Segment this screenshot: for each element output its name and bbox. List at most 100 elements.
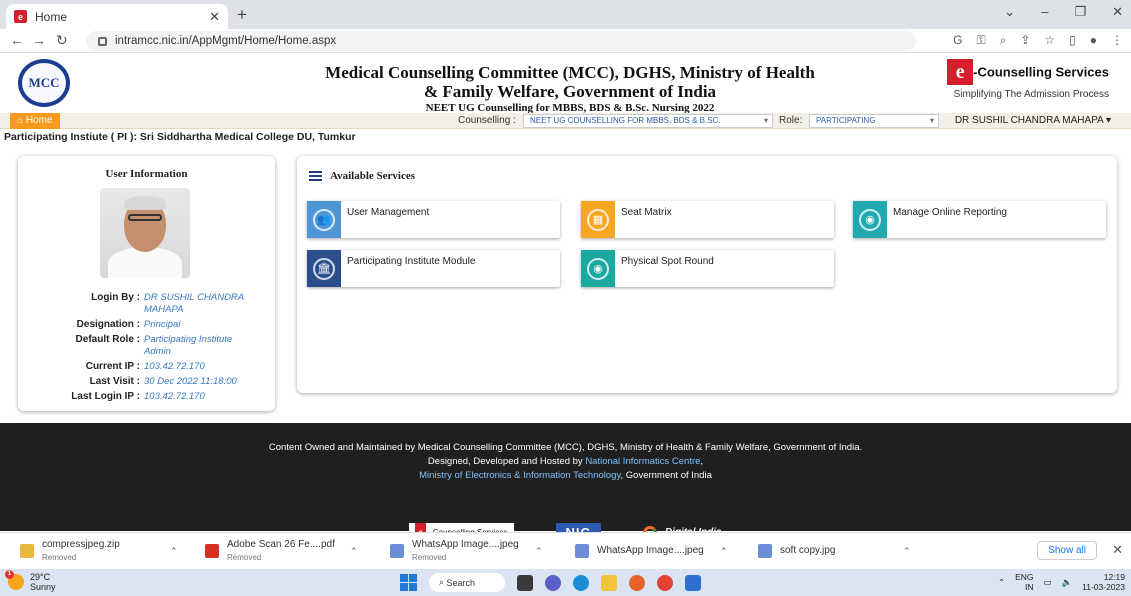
service-physical-spot-round[interactable]: ◉ Physical Spot Round xyxy=(581,250,834,287)
last-login-ip-label: Last Login IP : xyxy=(71,391,140,402)
restore-icon[interactable]: ❐ xyxy=(1074,4,1086,20)
counselling-label: Counselling : xyxy=(458,115,516,126)
counselling-select[interactable]: NEET UG COUNSELLING FOR MBBS, BDS & B.SC… xyxy=(523,114,773,128)
download-name: WhatsApp Image....jpeg xyxy=(412,539,519,550)
login-by-value: DR SUSHIL CHANDRA MAHAPA xyxy=(144,292,244,315)
url-text: intramcc.nic.in/AppMgmt/Home/Home.aspx xyxy=(115,35,337,47)
chrome-icon[interactable] xyxy=(657,574,673,591)
show-all-button[interactable]: Show all xyxy=(1037,541,1097,560)
institution-icon: 🏛 xyxy=(307,250,341,287)
browser-tabstrip: e Home ✕ + ⌄ – ❐ ✕ xyxy=(0,0,1131,29)
users-icon: 👥 xyxy=(307,201,341,238)
language-indicator[interactable]: ENG IN xyxy=(1015,572,1033,592)
taskbar-search[interactable]: ⌕ Search xyxy=(429,573,505,592)
nic-link[interactable]: National Informatics Centre xyxy=(585,456,700,467)
close-window-icon[interactable]: ✕ xyxy=(1112,4,1123,20)
brand-name: -Counselling Services xyxy=(973,64,1109,80)
footer-line3: Ministry of Electronics & Information Te… xyxy=(419,470,712,481)
download-name: compressjpeg.zip xyxy=(42,539,120,550)
close-downloads-icon[interactable]: ✕ xyxy=(1112,542,1123,558)
last-login-ip-value: 103.42.72.170 xyxy=(144,391,205,402)
user-info-details: Login By : DR SUSHIL CHANDRA MAHAPA Desig… xyxy=(18,292,275,406)
chevron-up-icon[interactable]: ⌃ xyxy=(170,546,178,557)
volume-icon[interactable]: 🔈 xyxy=(1062,577,1073,588)
designation-label: Designation : xyxy=(76,319,140,330)
download-item[interactable]: WhatsApp Image....jpeg ⌃ xyxy=(575,538,745,566)
download-name: Adobe Scan 26 Fe....pdf xyxy=(227,539,335,550)
target-icon: ◉ xyxy=(853,201,887,238)
service-label: Participating Institute Module xyxy=(347,256,476,267)
download-item[interactable]: Adobe Scan 26 Fe....pdf Removed ⌃ xyxy=(205,538,375,566)
network-icon[interactable]: ▭ xyxy=(1044,577,1052,588)
tab-search-icon[interactable]: ⌄ xyxy=(1004,4,1015,20)
sidepanel-icon[interactable]: ▯ xyxy=(1069,33,1076,48)
notepad-icon[interactable] xyxy=(685,574,701,591)
chevron-up-icon[interactable]: ⌃ xyxy=(720,546,728,557)
download-item[interactable]: WhatsApp Image....jpeg Removed ⌃ xyxy=(390,538,555,566)
download-name: WhatsApp Image....jpeg xyxy=(597,545,704,556)
service-participating-institute-module[interactable]: 🏛 Participating Institute Module xyxy=(307,250,560,287)
downloads-bar: compressjpeg.zip Removed ⌃ Adobe Scan 26… xyxy=(0,532,1131,569)
clock[interactable]: 12:19 11-03-2023 xyxy=(1082,572,1125,592)
zip-file-icon xyxy=(20,544,34,558)
user-photo xyxy=(100,188,190,278)
current-ip-value: 103.42.72.170 xyxy=(144,361,205,372)
temperature: 29°C xyxy=(30,572,51,582)
service-label: Manage Online Reporting xyxy=(893,207,1007,218)
new-tab-icon[interactable]: + xyxy=(237,5,247,25)
role-value: PARTICIPATING xyxy=(816,116,876,125)
user-name: DR SUSHIL CHANDRA MAHAPA xyxy=(954,115,1104,126)
service-label: User Management xyxy=(347,207,430,218)
home-label: Home xyxy=(25,115,53,126)
brand-tagline: Simplifying The Admission Process xyxy=(953,89,1109,100)
meity-link[interactable]: Ministry of Electronics & Information Te… xyxy=(419,470,620,481)
last-visit-value: 30 Dec 2022 11:18:00 xyxy=(144,376,237,387)
weather-widget[interactable]: 1 29°C Sunny xyxy=(5,570,56,592)
google-icon[interactable]: G xyxy=(953,33,962,48)
task-view-icon[interactable] xyxy=(517,574,533,591)
role-select[interactable]: PARTICIPATING ▾ xyxy=(809,114,939,128)
download-status: Removed xyxy=(412,553,447,562)
reload-icon[interactable]: ↻ xyxy=(56,32,68,49)
forward-icon[interactable]: → xyxy=(32,32,46,48)
login-by-label: Login By : xyxy=(91,292,140,303)
close-tab-icon[interactable]: ✕ xyxy=(209,9,220,25)
zoom-icon[interactable]: ⌕ xyxy=(1000,33,1007,48)
teams-icon[interactable] xyxy=(545,574,561,591)
share-icon[interactable]: ⇪ xyxy=(1020,33,1030,48)
weather-condition: Sunny xyxy=(30,582,56,592)
image-file-icon xyxy=(758,544,772,558)
pdf-file-icon xyxy=(205,544,219,558)
site-footer: Content Owned and Maintained by Medical … xyxy=(0,423,1131,543)
minimize-icon[interactable]: – xyxy=(1041,4,1048,20)
home-button[interactable]: ⌂ Home xyxy=(10,113,60,129)
firefox-icon[interactable] xyxy=(629,574,645,591)
mcc-logo: MCC xyxy=(18,59,70,107)
back-icon[interactable]: ← xyxy=(10,32,24,48)
windows-start-icon[interactable] xyxy=(400,574,417,591)
profile-icon[interactable]: ● xyxy=(1090,33,1097,48)
menu-icon[interactable]: ⋮ xyxy=(1111,33,1123,48)
service-seat-matrix[interactable]: ▦ Seat Matrix xyxy=(581,201,834,238)
service-manage-online-reporting[interactable]: ◉ Manage Online Reporting xyxy=(853,201,1106,238)
download-item[interactable]: soft copy.jpg ⌃ xyxy=(758,538,918,566)
date: 11-03-2023 xyxy=(1082,582,1125,592)
user-menu[interactable]: DR SUSHIL CHANDRA MAHAPA ▾ xyxy=(955,115,1111,126)
address-bar[interactable]: intramcc.nic.in/AppMgmt/Home/Home.aspx xyxy=(86,31,916,51)
toolbar-icons: G ⚿ ⌕ ⇪ ☆ ▯ ● ⋮ xyxy=(953,33,1123,48)
counselling-value: NEET UG COUNSELLING FOR MBBS, BDS & B.SC… xyxy=(530,116,721,125)
star-icon[interactable]: ☆ xyxy=(1044,33,1055,48)
chevron-up-icon[interactable]: ⌃ xyxy=(350,546,358,557)
hamburger-icon[interactable] xyxy=(309,171,322,181)
chevron-up-icon[interactable]: ⌃ xyxy=(535,546,543,557)
service-user-management[interactable]: 👥 User Management xyxy=(307,201,560,238)
tray-chevron-icon[interactable]: ⌃ xyxy=(998,577,1005,588)
edge-icon[interactable] xyxy=(573,574,589,591)
browser-tab[interactable]: e Home ✕ xyxy=(6,4,228,29)
download-item[interactable]: compressjpeg.zip Removed ⌃ xyxy=(20,538,195,566)
key-icon[interactable]: ⚿ xyxy=(976,33,985,48)
service-label: Physical Spot Round xyxy=(621,256,714,267)
tab-title: Home xyxy=(35,9,68,24)
chevron-up-icon[interactable]: ⌃ xyxy=(903,546,911,557)
file-explorer-icon[interactable] xyxy=(601,574,617,591)
